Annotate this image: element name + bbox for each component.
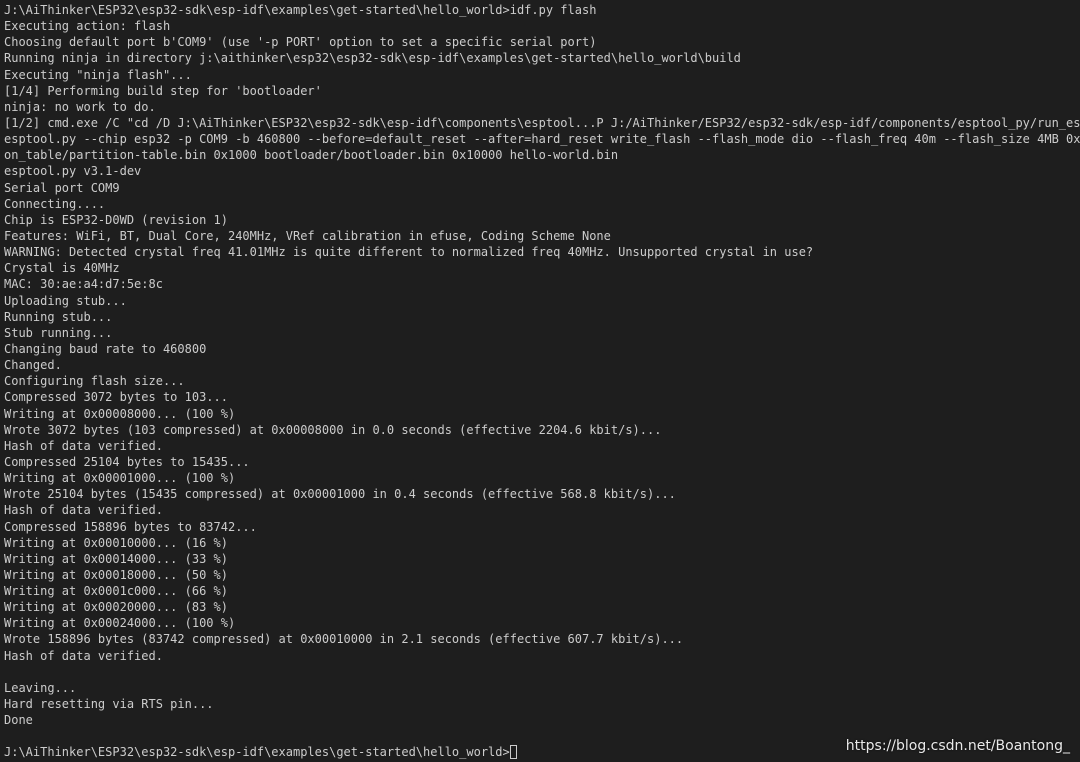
terminal-line: Stub running... [4, 325, 113, 340]
terminal-line: Wrote 3072 bytes (103 compressed) at 0x0… [4, 422, 662, 437]
terminal-line: Hash of data verified. [4, 648, 163, 663]
terminal-line: [1/2] cmd.exe /C "cd /D J:\AiThinker\ESP… [4, 115, 1080, 130]
terminal-line: Hash of data verified. [4, 438, 163, 453]
terminal-line: Choosing default port b'COM9' (use '-p P… [4, 35, 597, 50]
terminal-line: esptool.py v3.1-dev [4, 164, 142, 179]
terminal-line: J:\AiThinker\ESP32\esp32-sdk\esp-idf\exa… [4, 3, 597, 17]
command-prompt: J:\AiThinker\ESP32\esp32-sdk\esp-idf\exa… [4, 745, 510, 760]
terminal-line: Wrote 158896 bytes (83742 compressed) at… [4, 632, 684, 647]
terminal-line: Wrote 25104 bytes (15435 compressed) at … [4, 487, 676, 502]
terminal-line: Hash of data verified. [4, 503, 163, 518]
terminal-line: Connecting.... [4, 196, 106, 211]
terminal-line: Writing at 0x0001c000... (66 %) [4, 584, 228, 599]
terminal-line: Compressed 158896 bytes to 83742... [4, 519, 257, 534]
terminal-line: Writing at 0x00018000... (50 %) [4, 567, 228, 582]
terminal-line: Running stub... [4, 309, 113, 324]
terminal-line: Running ninja in directory j:\aithinker\… [4, 51, 741, 66]
terminal-line: ninja: no work to do. [4, 99, 156, 114]
text-cursor-icon [509, 745, 517, 760]
terminal-line: Writing at 0x00020000... (83 %) [4, 600, 228, 615]
terminal-line: Serial port COM9 [4, 180, 120, 195]
terminal-line: Executing action: flash [4, 19, 171, 34]
watermark: https://blog.csdn.net/Boantong_ [845, 738, 1070, 754]
terminal-line: Compressed 3072 bytes to 103... [4, 390, 228, 405]
terminal-line: Hard resetting via RTS pin... [4, 697, 214, 712]
terminal-line: Leaving... [4, 680, 77, 695]
terminal-line: Changing baud rate to 460800 [4, 341, 207, 356]
terminal-line: Features: WiFi, BT, Dual Core, 240MHz, V… [4, 228, 611, 243]
terminal-line: Done [4, 713, 33, 728]
terminal-line: Writing at 0x00008000... (100 %) [4, 406, 236, 421]
terminal-line: Executing "ninja flash"... [4, 67, 192, 82]
terminal-line: on_table/partition-table.bin 0x1000 boot… [4, 148, 619, 163]
terminal-line: Configuring flash size... [4, 374, 185, 389]
terminal-line: MAC: 30:ae:a4:d7:5e:8c [4, 277, 163, 292]
terminal-line: esptool.py --chip esp32 -p COM9 -b 46080… [4, 132, 1080, 147]
terminal-line: Crystal is 40MHz [4, 261, 120, 276]
terminal-output[interactable]: J:\AiThinker\ESP32\esp32-sdk\esp-idf\exa… [0, 0, 1080, 762]
terminal-line: [1/4] Performing build step for 'bootloa… [4, 83, 322, 98]
terminal-line: Writing at 0x00001000... (100 %) [4, 471, 236, 486]
terminal-line: Chip is ESP32-D0WD (revision 1) [4, 212, 228, 227]
terminal-line: Uploading stub... [4, 293, 127, 308]
terminal-line: Changed. [4, 358, 62, 373]
terminal-line: Compressed 25104 bytes to 15435... [4, 454, 250, 469]
terminal-line: Writing at 0x00024000... (100 %) [4, 616, 236, 631]
terminal-line: Writing at 0x00010000... (16 %) [4, 535, 228, 550]
terminal-lines: J:\AiThinker\ESP32\esp32-sdk\esp-idf\exa… [4, 2, 1080, 744]
terminal-line: WARNING: Detected crystal freq 41.01MHz … [4, 245, 814, 260]
terminal-line: Writing at 0x00014000... (33 %) [4, 551, 228, 566]
